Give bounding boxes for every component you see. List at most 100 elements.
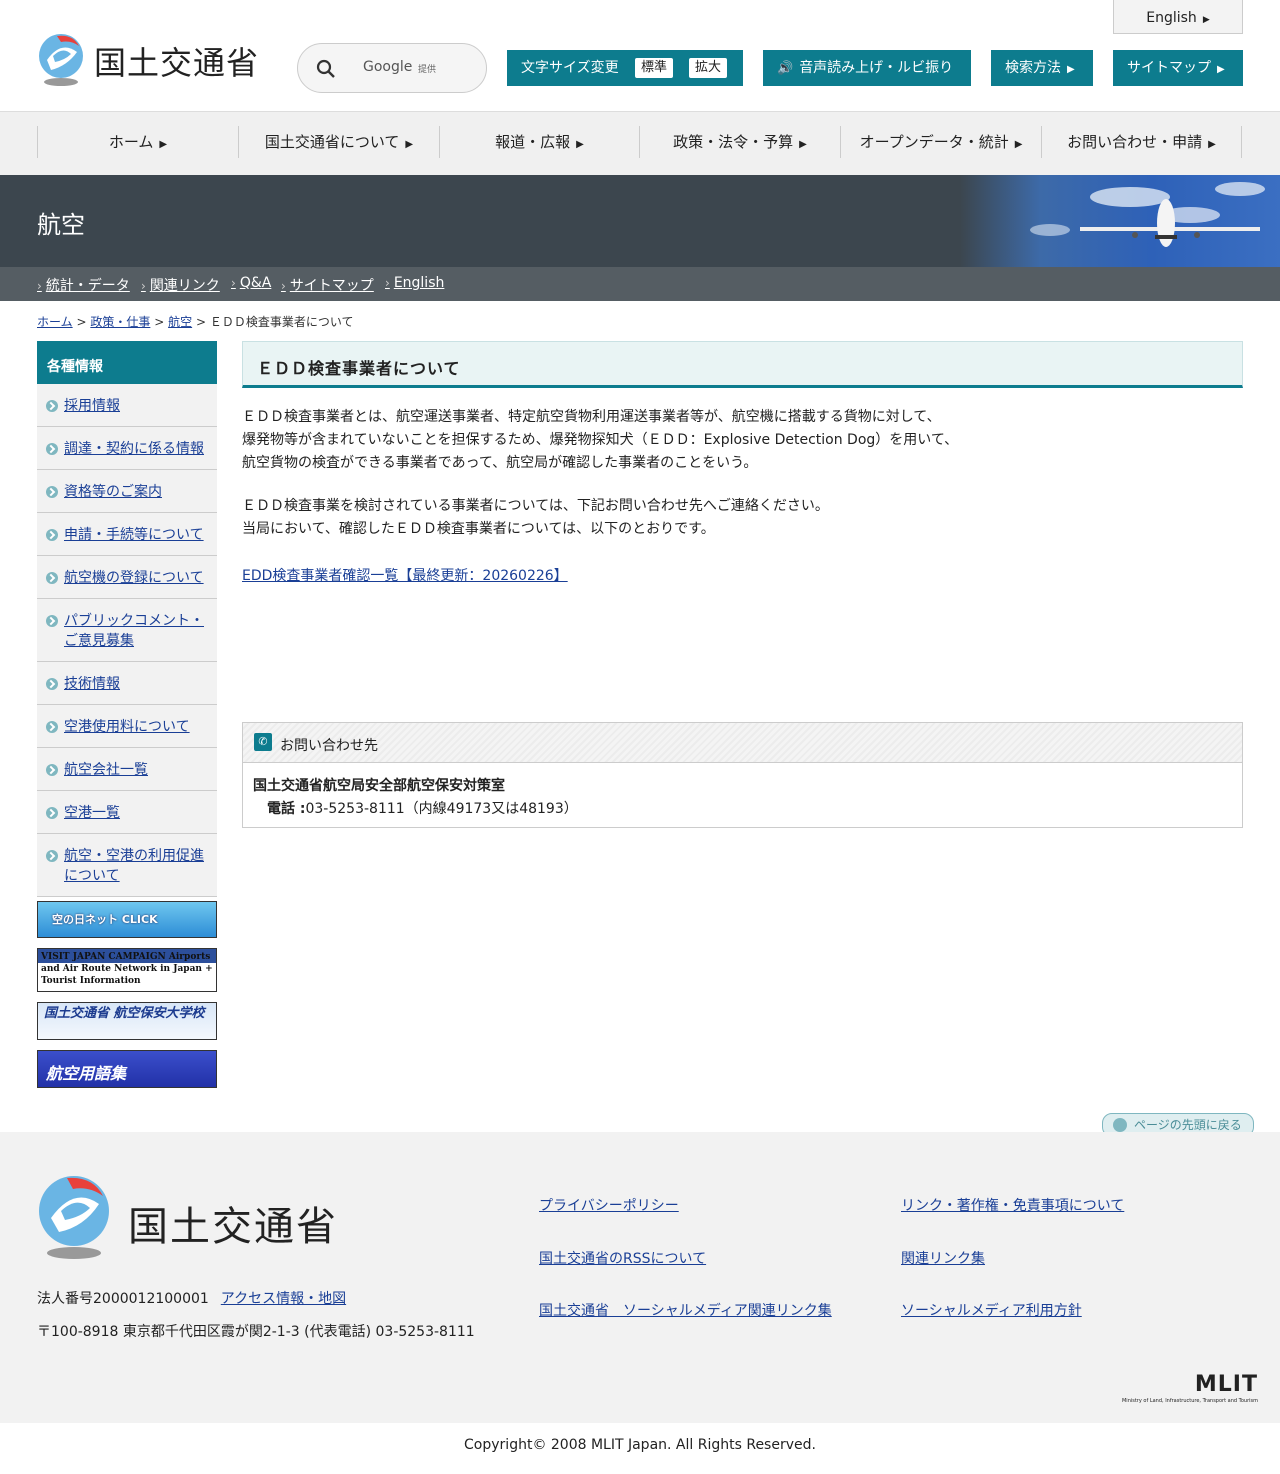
sidebar-item-label[interactable]: 技術情報 bbox=[64, 676, 120, 692]
arrow-right-icon: ▶ bbox=[576, 139, 584, 150]
sidebar-item-airport-fees[interactable]: 空港使用料について bbox=[37, 705, 217, 748]
logo-text[interactable]: 国土交通省 bbox=[94, 38, 259, 84]
bullet-arrow-icon bbox=[46, 807, 58, 819]
gnav-contact[interactable]: お問い合わせ・申請 ▶ bbox=[1041, 126, 1242, 158]
access-link[interactable]: アクセス情報・地図 bbox=[221, 1291, 346, 1307]
banner-aviation-safety-college[interactable]: 国土交通省 航空保安大学校 bbox=[37, 1002, 217, 1040]
phone-icon: ✆ bbox=[254, 733, 272, 751]
footer-link-privacy[interactable]: プライバシーポリシー bbox=[539, 1195, 679, 1215]
sidebar-item-recruit[interactable]: 採用情報 bbox=[37, 384, 217, 427]
gnav-label: 報道・広報 bbox=[495, 133, 571, 151]
bullet-arrow-icon bbox=[46, 572, 58, 584]
copyright: Copyright© 2008 MLIT Japan. All Rights R… bbox=[464, 1437, 816, 1453]
category-title: 航空 bbox=[37, 211, 85, 239]
breadcrumb-separator: > bbox=[195, 315, 206, 329]
sidebar-item-label[interactable]: 航空機の登録について bbox=[64, 570, 204, 586]
voice-readout-button[interactable]: 🔊 音声読み上げ・ルビ振り bbox=[763, 50, 971, 86]
english-link[interactable]: English ▶ bbox=[1113, 0, 1243, 34]
mlit-wordmark: MLIT Ministry of Land, Infrastructure, T… bbox=[1102, 1374, 1258, 1406]
contact-box: ✆ お問い合わせ先 国土交通省航空局安全部航空保安対策室 電話 :03-5253… bbox=[242, 722, 1243, 828]
sidebar-item-label[interactable]: 申請・手続等について bbox=[64, 527, 204, 543]
breadcrumb-separator: > bbox=[76, 315, 87, 329]
arrow-right-icon: ▶ bbox=[405, 139, 414, 150]
bullet-arrow-icon bbox=[46, 764, 58, 776]
breadcrumb-policy[interactable]: 政策・仕事 bbox=[90, 315, 150, 329]
speaker-icon: 🔊 bbox=[777, 61, 794, 76]
sidebar: 各種情報 採用情報 調達・契約に係る情報 資格等のご案内 申請・手続等について … bbox=[37, 341, 217, 897]
search-input[interactable]: Google 提供 bbox=[297, 43, 487, 93]
gnav-policy[interactable]: 政策・法令・予算 ▶ bbox=[639, 126, 840, 158]
sidebar-item-airports[interactable]: 空港一覧 bbox=[37, 791, 217, 834]
sidebar-item-airlines[interactable]: 航空会社一覧 bbox=[37, 748, 217, 791]
bullet-arrow-icon bbox=[46, 443, 58, 455]
sidebar-item-label[interactable]: 採用情報 bbox=[64, 398, 120, 414]
footer-link-social-links[interactable]: 国土交通省 ソーシャルメディア関連リンク集 bbox=[539, 1300, 832, 1320]
contact-organization: 国土交通省航空局安全部航空保安対策室 bbox=[253, 778, 505, 794]
font-size-large-button[interactable]: 拡大 bbox=[689, 58, 728, 78]
subnav-sitemap[interactable]: › サイトマップ bbox=[281, 275, 374, 295]
corporate-number-label: 法人番号2000012100001 bbox=[37, 1291, 209, 1307]
sidebar-heading: 各種情報 bbox=[37, 341, 217, 384]
arrow-right-icon: ▶ bbox=[159, 139, 168, 150]
footer-link-related[interactable]: 関連リンク集 bbox=[901, 1248, 985, 1268]
address: 〒100-8918 東京都千代田区霞が関2-1-3 (代表電話) 03-5253… bbox=[37, 1324, 475, 1340]
sidebar-item-procurement[interactable]: 調達・契約に係る情報 bbox=[37, 427, 217, 470]
sky-image bbox=[960, 175, 1280, 267]
search-howto-button[interactable]: 検索方法 ▶ bbox=[991, 50, 1093, 86]
breadcrumb-aviation[interactable]: 航空 bbox=[168, 315, 192, 329]
gnav-opendata[interactable]: オープンデータ・統計 ▶ bbox=[840, 126, 1041, 158]
bullet-arrow-icon bbox=[46, 615, 58, 627]
contact-heading-label: お問い合わせ先 bbox=[280, 738, 378, 754]
sidebar-item-label[interactable]: 航空会社一覧 bbox=[64, 762, 148, 778]
site-footer: 国土交通省 法人番号2000012100001 アクセス情報・地図 〒100-89… bbox=[0, 1132, 1280, 1423]
category-banner: 航空 bbox=[0, 175, 1280, 267]
sidebar-item-qualifications[interactable]: 資格等のご案内 bbox=[37, 470, 217, 513]
subnav-qa[interactable]: › Q&A bbox=[231, 275, 271, 291]
sidebar-item-label[interactable]: パブリックコメント・ご意見募集 bbox=[64, 613, 204, 649]
subnav-english[interactable]: › English bbox=[385, 275, 444, 291]
sidebar-item-label[interactable]: 調達・契約に係る情報 bbox=[64, 441, 204, 457]
gnav-press[interactable]: 報道・広報 ▶ bbox=[439, 126, 639, 158]
subnav-stats[interactable]: › 統計・データ bbox=[37, 275, 130, 295]
sidebar-item-label[interactable]: 資格等のご案内 bbox=[64, 484, 162, 500]
bullet-arrow-icon bbox=[46, 678, 58, 690]
subnav-label: Q&A bbox=[239, 275, 272, 291]
gnav-about[interactable]: 国土交通省について ▶ bbox=[238, 126, 439, 158]
sidebar-item-promotion[interactable]: 航空・空港の利用促進について bbox=[37, 834, 217, 897]
bullet-arrow-icon bbox=[46, 721, 58, 733]
breadcrumb-current: ＥＤＤ検査事業者について bbox=[209, 315, 354, 329]
footer-link-social-policy[interactable]: ソーシャルメディア利用方針 bbox=[901, 1300, 1082, 1320]
edd-list-link[interactable]: EDD検査事業者確認一覧【最終更新：20260226】 bbox=[242, 565, 568, 585]
sidebar-item-applications[interactable]: 申請・手続等について bbox=[37, 513, 217, 556]
search-icon[interactable] bbox=[316, 59, 336, 79]
gnav-label: ホーム bbox=[108, 133, 154, 151]
banner-sora-no-hi[interactable]: 空の日ネット CLICK bbox=[37, 901, 217, 938]
breadcrumb-home[interactable]: ホーム bbox=[37, 315, 73, 329]
voice-label: 音声読み上げ・ルビ振り bbox=[799, 60, 954, 76]
sidebar-item-label[interactable]: 航空・空港の利用促進について bbox=[64, 848, 204, 884]
subnav-label: 関連リンク bbox=[149, 278, 220, 294]
gnav-label: 国土交通省について bbox=[264, 133, 400, 151]
font-size-standard-button[interactable]: 標準 bbox=[635, 58, 674, 78]
paragraph-line: 航空貨物の検査ができる事業者であって、航空局が確認した事業者のことをいう。 bbox=[242, 455, 758, 471]
corporate-number: 法人番号2000012100001 アクセス情報・地図 bbox=[37, 1288, 346, 1308]
footer-link-rss[interactable]: 国土交通省のRSSについて bbox=[539, 1248, 706, 1268]
footer-link-copyright[interactable]: リンク・著作権・免責事項について bbox=[901, 1195, 1124, 1215]
gnav-home[interactable]: ホーム ▶ bbox=[37, 126, 238, 158]
subnav-label: English bbox=[393, 275, 445, 291]
banner-visit-japan[interactable]: VISIT JAPAN CAMPAIGN Airports and Air Ro… bbox=[37, 948, 217, 992]
search-google-label: Google bbox=[363, 59, 413, 75]
bullet-arrow-icon bbox=[46, 400, 58, 412]
arrow-right-icon: ▶ bbox=[799, 139, 807, 150]
subnav-links[interactable]: › 関連リンク bbox=[141, 275, 220, 295]
sidebar-item-label[interactable]: 空港一覧 bbox=[64, 805, 120, 821]
sidebar-item-aircraft-registration[interactable]: 航空機の登録について bbox=[37, 556, 217, 599]
sitemap-button[interactable]: サイトマップ ▶ bbox=[1113, 50, 1243, 86]
sidebar-item-technical[interactable]: 技術情報 bbox=[37, 662, 217, 705]
search-provider-label: 提供 bbox=[418, 65, 437, 75]
banner-label: 航空用語集 bbox=[46, 1064, 127, 1083]
contact-phone-number: 03-5253-8111（内線49173又は48193） bbox=[305, 801, 578, 817]
sidebar-item-label[interactable]: 空港使用料について bbox=[64, 719, 190, 735]
sidebar-item-public-comment[interactable]: パブリックコメント・ご意見募集 bbox=[37, 599, 217, 662]
banner-aviation-glossary[interactable]: 航空用語集 bbox=[37, 1050, 217, 1088]
